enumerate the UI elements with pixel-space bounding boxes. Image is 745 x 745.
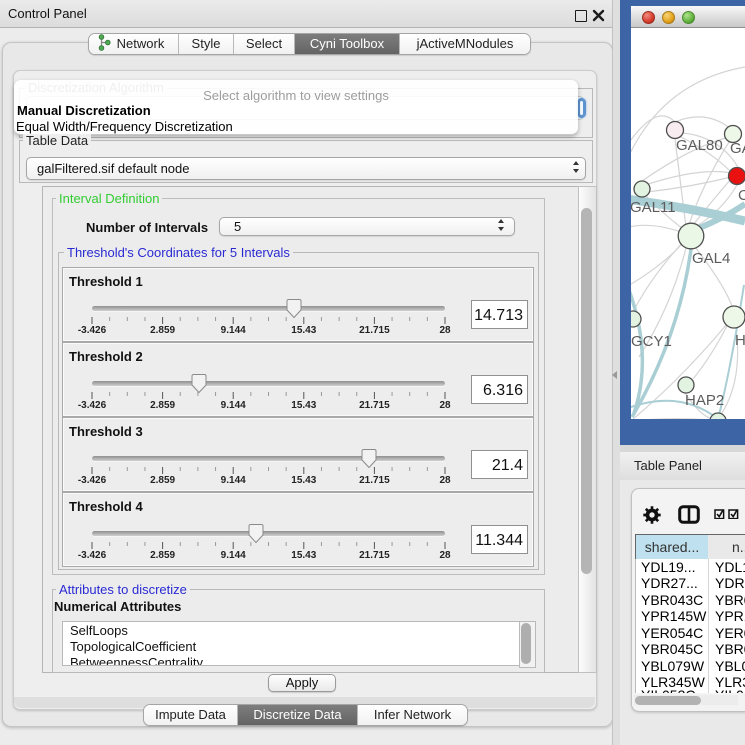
svg-text:H: H — [735, 332, 745, 349]
svg-text:GAL11: GAL11 — [631, 199, 676, 216]
svg-text:GAL80: GAL80 — [676, 137, 723, 154]
svg-text:GCY1: GCY1 — [631, 333, 672, 350]
svg-text:HAP2: HAP2 — [685, 392, 724, 409]
svg-text:C: C — [738, 187, 745, 204]
svg-text:GA: GA — [730, 140, 745, 157]
svg-text:GAL4: GAL4 — [692, 250, 730, 267]
